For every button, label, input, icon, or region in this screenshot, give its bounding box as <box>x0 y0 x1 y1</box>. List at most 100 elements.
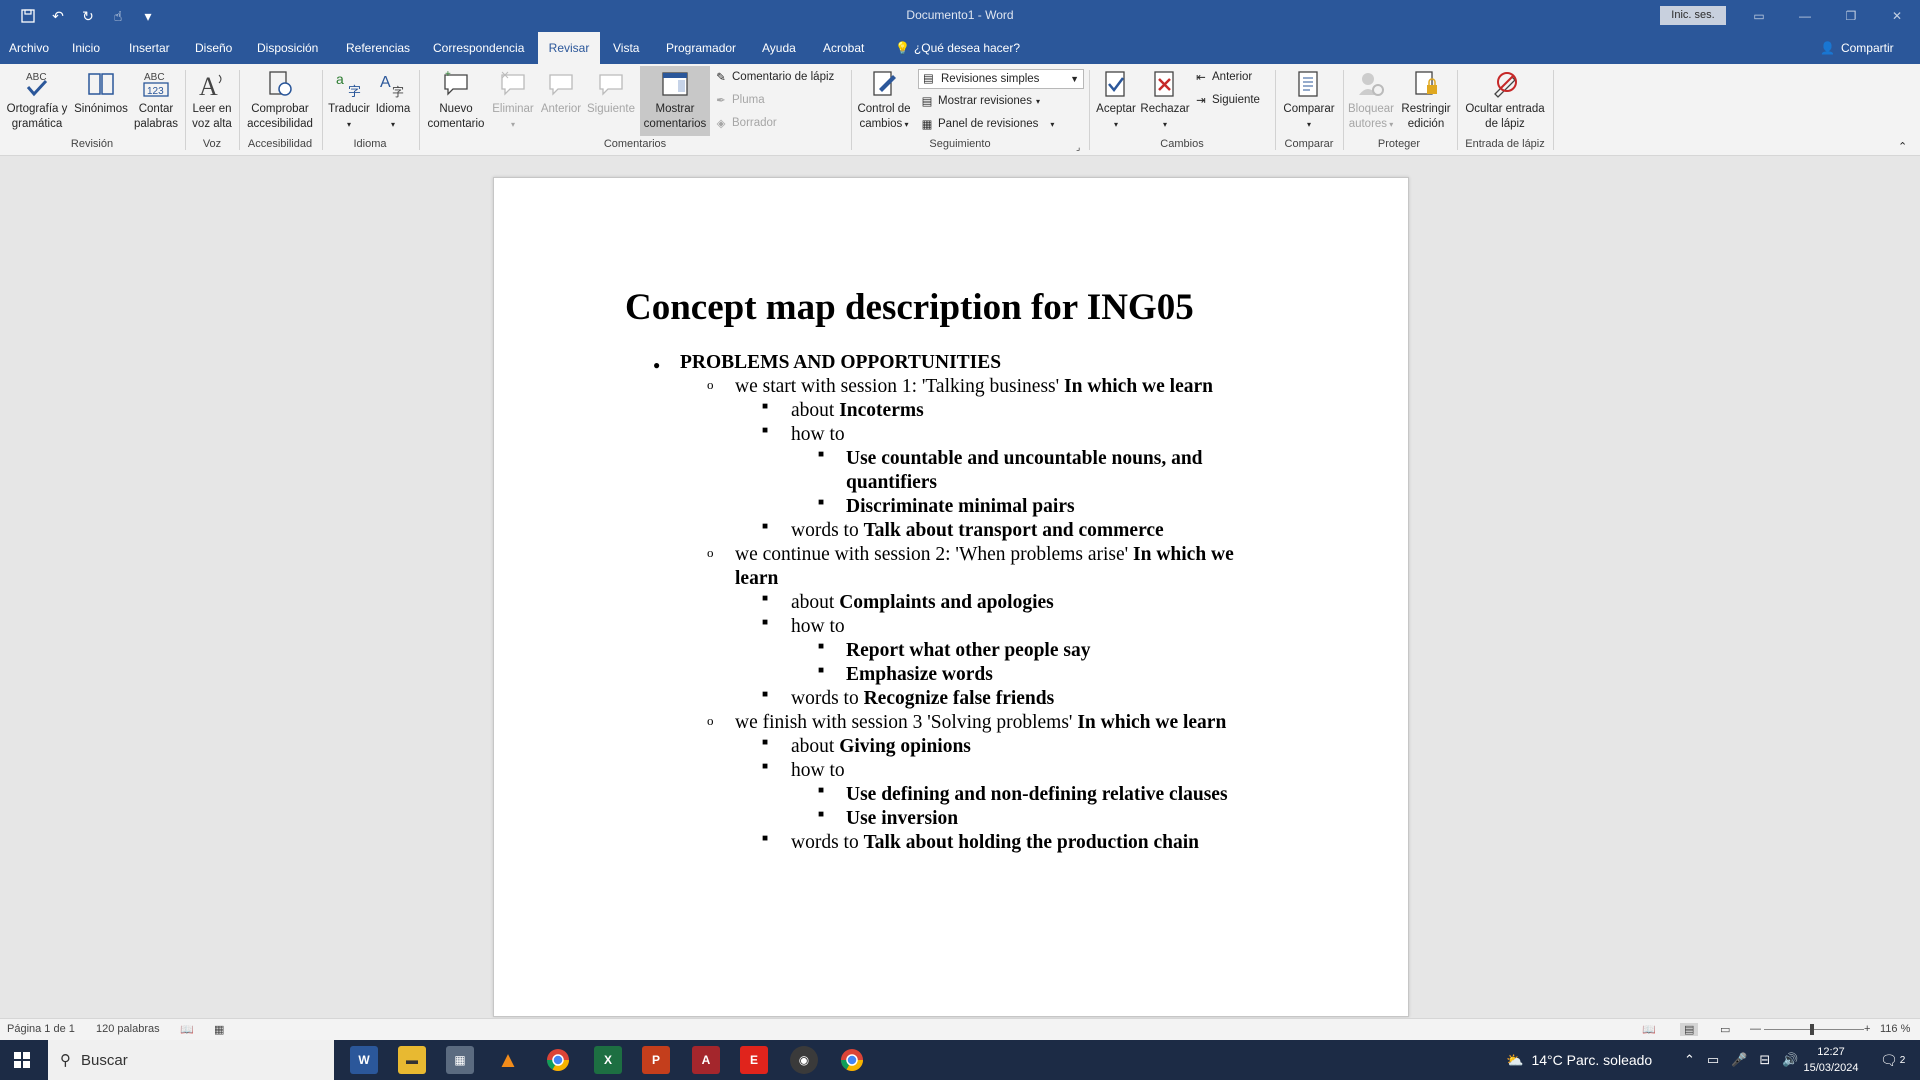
list-item-how-to: how to <box>791 616 845 637</box>
track-changes-icon <box>868 68 900 100</box>
list-item-words: words to Talk about transport and commer… <box>791 520 1164 541</box>
chrome-icon[interactable] <box>544 1046 572 1074</box>
microphone-icon[interactable]: 🎤 <box>1731 1052 1747 1068</box>
access-icon[interactable]: A <box>692 1046 720 1074</box>
restore-icon[interactable]: ❐ <box>1828 0 1874 32</box>
bullet-level4: ■ <box>818 497 825 508</box>
powerpoint-icon[interactable]: P <box>642 1046 670 1074</box>
previous-comment-button[interactable]: Anterior <box>536 68 586 117</box>
collapse-ribbon-icon[interactable]: ⌃ <box>1898 140 1907 153</box>
compare-icon <box>1293 68 1325 100</box>
zoom-slider-handle[interactable] <box>1810 1024 1814 1035</box>
tab-disposicion[interactable]: Disposición <box>249 32 326 64</box>
taskbar-clock[interactable]: 12:27 15/03/2024 <box>1796 1044 1866 1076</box>
notifications-button[interactable]: 🗨 2 <box>1880 1040 1905 1080</box>
tab-vista[interactable]: Vista <box>605 32 647 64</box>
list-item-words: words to Recognize false friends <box>791 688 1055 709</box>
excel-icon[interactable]: X <box>594 1046 622 1074</box>
calculator-icon[interactable]: ▦ <box>446 1046 474 1074</box>
ink-comment-button[interactable]: ✎ Comentario de lápiz <box>714 70 834 84</box>
eraser-icon: ◈ <box>716 118 726 130</box>
next-comment-button[interactable]: Siguiente <box>586 68 636 117</box>
tab-programador[interactable]: Programador <box>658 32 744 64</box>
bullet-level2: o <box>707 545 714 560</box>
chevron-down-icon: ▼ <box>1070 74 1079 84</box>
read-aloud-button[interactable]: A Leer en voz alta <box>188 68 236 132</box>
chrome-icon-2[interactable] <box>838 1046 866 1074</box>
ribbon-revisar: ABC Ortografía y gramática Sinónimos ABC… <box>0 64 1920 156</box>
notification-count: 2 <box>1899 1054 1906 1066</box>
hide-ink-button[interactable]: Ocultar entrada de lápiz <box>1460 68 1550 132</box>
block-authors-icon <box>1355 68 1387 100</box>
next-change-button[interactable]: ⇥ Siguiente <box>1194 93 1260 107</box>
reject-button[interactable]: Rechazar ▾ <box>1140 68 1190 132</box>
print-layout-icon[interactable]: ▤ <box>1680 1023 1699 1036</box>
compare-button[interactable]: Comparar ▾ <box>1278 68 1340 132</box>
macro-recording-icon[interactable]: ▦ <box>214 1023 224 1036</box>
delete-comment-button[interactable]: Eliminar ▾ <box>492 68 534 132</box>
obs-icon[interactable]: ◉ <box>790 1046 818 1074</box>
markup-display-select[interactable]: ▤ Revisiones simples ▼ <box>918 69 1084 89</box>
windows-start-icon[interactable] <box>14 1052 30 1071</box>
document-page[interactable]: Concept map description for ING05 ● PROB… <box>493 177 1409 1017</box>
new-comment-button[interactable]: + Nuevo comentario <box>422 68 490 132</box>
show-markup-button[interactable]: ▤ Mostrar revisiones ▾ <box>920 94 1040 108</box>
language-button[interactable]: A字 Idioma ▾ <box>372 68 414 132</box>
translate-button[interactable]: a字 Traducir ▾ <box>326 68 372 132</box>
reviewing-pane-button[interactable]: ▦ Panel de revisiones ▾ <box>920 117 1055 131</box>
web-layout-icon[interactable]: ▭ <box>1720 1023 1730 1036</box>
close-icon[interactable]: ✕ <box>1874 0 1920 32</box>
tab-diseno[interactable]: Diseño <box>187 32 240 64</box>
network-icon[interactable]: ⊟ <box>1759 1052 1770 1068</box>
tracking-options-launcher[interactable]: ⌟ <box>1076 142 1080 153</box>
tab-acrobat[interactable]: Acrobat <box>815 32 872 64</box>
eraser-button[interactable]: ◈ Borrador <box>714 116 777 130</box>
zoom-out-button[interactable]: — <box>1750 1023 1761 1035</box>
tab-inicio[interactable]: Inicio <box>64 32 108 64</box>
word-count-button[interactable]: ABC 123 Contar palabras <box>132 68 180 132</box>
word-app-icon[interactable]: W <box>350 1046 378 1074</box>
bullet-level3: ■ <box>762 617 769 628</box>
list-item-skill: Discriminate minimal pairs <box>846 496 1075 517</box>
spelling-grammar-button[interactable]: ABC Ortografía y gramática <box>6 68 68 132</box>
acrobat-icon[interactable]: E <box>740 1046 768 1074</box>
tab-insertar[interactable]: Insertar <box>121 32 178 64</box>
tab-archivo[interactable]: Archivo <box>1 32 57 64</box>
check-accessibility-button[interactable]: Comprobar accesibilidad <box>242 68 318 132</box>
chevron-up-icon[interactable]: ⌃ <box>1684 1052 1695 1068</box>
tab-referencias[interactable]: Referencias <box>338 32 418 64</box>
minimize-icon[interactable]: — <box>1782 0 1828 32</box>
tab-revisar[interactable]: Revisar <box>538 32 600 64</box>
taskbar-search-box[interactable]: ⚲ Buscar <box>48 1040 334 1080</box>
show-comments-button[interactable]: Mostrar comentarios <box>640 66 710 136</box>
zoom-in-button[interactable]: + <box>1864 1023 1870 1035</box>
read-mode-icon[interactable]: 📖 <box>1642 1023 1656 1036</box>
weather-widget[interactable]: ⛅ 14°C Parc. soleado <box>1506 1040 1652 1080</box>
word-count-icon: ABC 123 <box>140 68 172 100</box>
display-icon[interactable]: ▭ <box>1707 1052 1719 1068</box>
share-button[interactable]: 👤 Compartir <box>1820 32 1894 64</box>
taskbar-search-label: Buscar <box>81 1051 128 1069</box>
page-count[interactable]: Página 1 de 1 <box>7 1023 75 1035</box>
previous-change-button[interactable]: ⇤ Anterior <box>1194 70 1252 84</box>
accept-button[interactable]: Aceptar ▾ <box>1092 68 1140 132</box>
pen-button[interactable]: ✒ Pluma <box>714 93 764 107</box>
tab-correspondencia[interactable]: Correspondencia <box>425 32 532 64</box>
track-changes-button[interactable]: Control de cambios ▾ <box>854 68 914 132</box>
tab-ayuda[interactable]: Ayuda <box>754 32 804 64</box>
ribbon-display-icon[interactable]: ▭ <box>1736 0 1782 32</box>
restrict-editing-button[interactable]: Restringir edición <box>1398 68 1454 132</box>
sign-in-button[interactable]: Inic. ses. <box>1660 6 1726 25</box>
proofing-icon[interactable]: 📖 <box>180 1023 194 1036</box>
bullet-level3: ■ <box>762 689 769 700</box>
bullet-level3: ■ <box>762 737 769 748</box>
block-authors-button[interactable]: Bloquear autores ▾ <box>1346 68 1396 132</box>
vlc-icon[interactable]: ▲ <box>494 1046 522 1074</box>
next-comment-icon <box>595 68 627 100</box>
file-explorer-icon[interactable]: ▬ <box>398 1046 426 1074</box>
tell-me-box[interactable]: 💡 ¿Qué desea hacer? <box>887 32 1028 64</box>
zoom-level[interactable]: 116 % <box>1880 1023 1910 1035</box>
thesaurus-button[interactable]: Sinónimos <box>70 68 132 117</box>
word-count[interactable]: 120 palabras <box>96 1023 160 1035</box>
zoom-slider-track[interactable] <box>1764 1029 1864 1030</box>
